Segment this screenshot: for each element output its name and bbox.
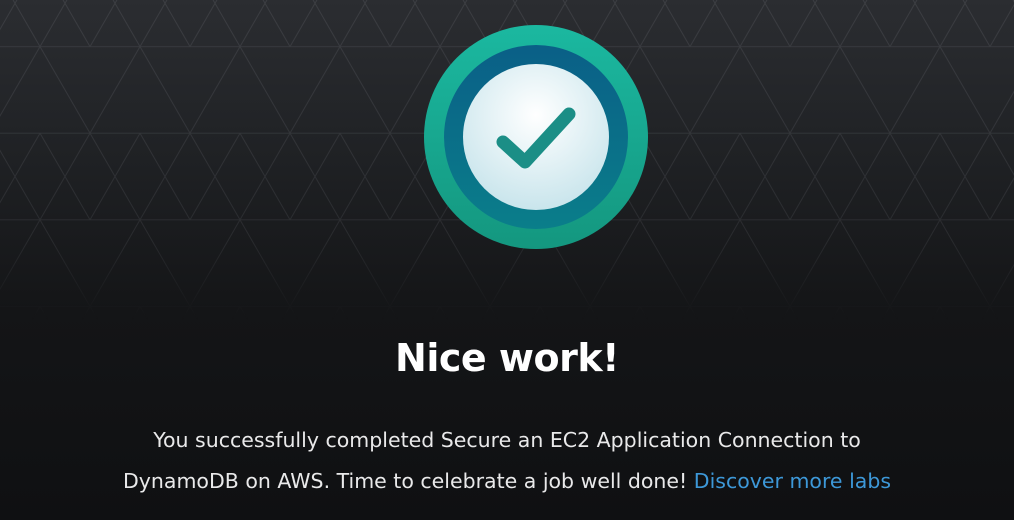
completion-title: Nice work! <box>395 336 619 380</box>
success-badge <box>424 25 648 249</box>
discover-more-labs-link[interactable]: Discover more labs <box>694 469 891 493</box>
completion-message: You successfully completed Secure an EC2… <box>120 420 894 502</box>
lab-completion-screen: Nice work! You successfully completed Se… <box>0 0 1014 520</box>
